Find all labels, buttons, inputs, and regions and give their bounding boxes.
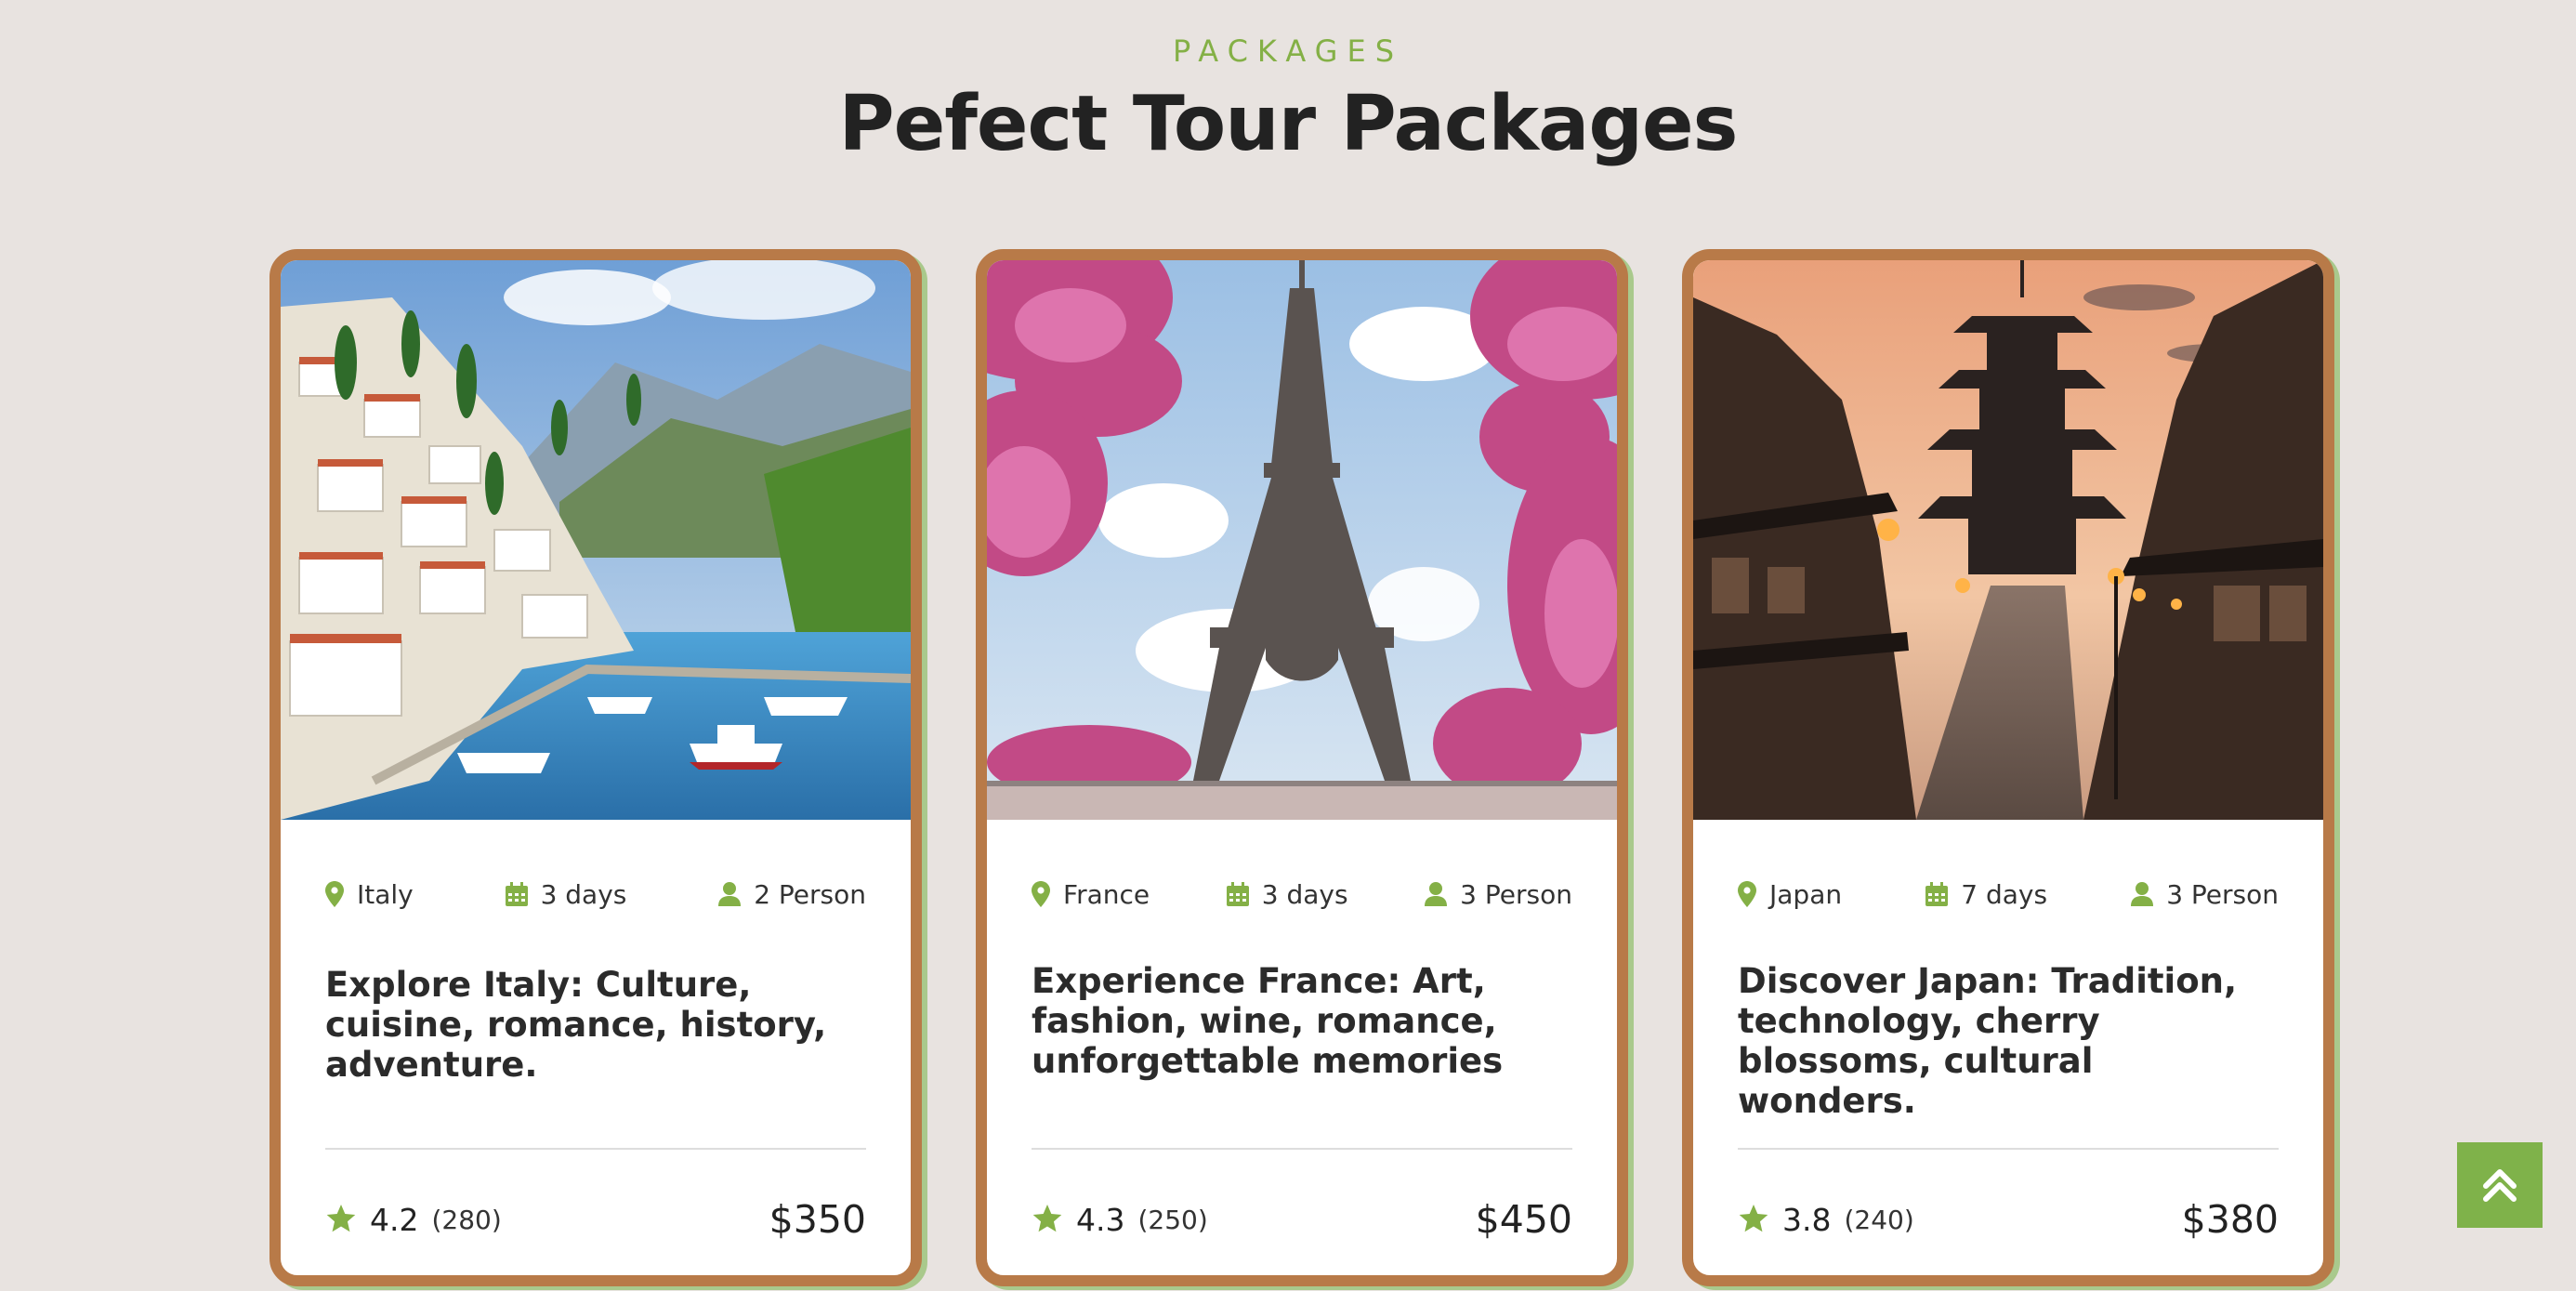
rating-score: 4.3: [1076, 1201, 1125, 1238]
chevron-double-up-icon: [2483, 1169, 2517, 1202]
package-image-italy: [281, 260, 911, 820]
package-price: $350: [769, 1197, 866, 1242]
package-meta: Italy 3 days 2 Person: [325, 874, 866, 915]
card-divider: [325, 1148, 866, 1150]
package-title[interactable]: Explore Italy: Culture, cuisine, romance…: [325, 965, 866, 1085]
package-duration-text: 7 days: [1961, 878, 2048, 910]
package-duration: 3 days: [505, 878, 627, 910]
package-location-text: France: [1063, 878, 1150, 910]
person-icon: [2131, 882, 2154, 906]
calendar-icon: [1226, 882, 1249, 906]
map-pin-icon: [325, 881, 344, 907]
package-duration: 7 days: [1925, 879, 2047, 910]
package-people-text: 3 Person: [2166, 878, 2279, 910]
package-people-text: 3 Person: [1460, 878, 1572, 910]
rating-count: (240): [1844, 1204, 1914, 1235]
package-people-text: 2 Person: [754, 878, 866, 910]
package-location: France: [1032, 879, 1150, 910]
package-image-france: [987, 260, 1617, 820]
package-location-text: Italy: [357, 878, 414, 910]
package-card-france[interactable]: France 3 days 3 Person Experience France…: [976, 249, 1628, 1286]
package-rating: 3.8 (240): [1738, 1202, 1914, 1238]
package-location: Italy: [325, 879, 414, 910]
package-footer: 3.8 (240) $380: [1738, 1192, 2279, 1247]
card-divider: [1032, 1148, 1572, 1150]
scroll-to-top-button[interactable]: [2457, 1142, 2543, 1228]
package-rating: 4.2 (280): [325, 1202, 502, 1238]
calendar-icon: [505, 882, 528, 906]
person-icon: [1425, 882, 1448, 906]
package-meta: France 3 days 3 Person: [1032, 874, 1572, 915]
section-title: Pefect Tour Packages: [838, 80, 1739, 168]
rating-count: (250): [1137, 1204, 1208, 1235]
package-footer: 4.2 (280) $350: [325, 1192, 866, 1247]
rating-score: 3.8: [1782, 1201, 1832, 1238]
package-footer: 4.3 (250) $450: [1032, 1192, 1572, 1247]
package-meta: Japan 7 days 3 Person: [1738, 874, 2279, 915]
package-price: $450: [1475, 1197, 1572, 1242]
star-icon: [1032, 1205, 1062, 1232]
star-icon: [1739, 1205, 1768, 1232]
package-duration-text: 3 days: [1261, 878, 1348, 910]
package-people: 3 Person: [2131, 879, 2279, 910]
package-title[interactable]: Experience France: Art, fashion, wine, r…: [1032, 961, 1572, 1081]
rating-count: (280): [431, 1204, 502, 1235]
card-divider: [1738, 1148, 2279, 1150]
star-icon: [326, 1205, 356, 1232]
person-icon: [718, 882, 742, 906]
package-people: 2 Person: [718, 879, 866, 910]
package-image-japan: [1693, 260, 2323, 820]
rating-score: 4.2: [370, 1201, 419, 1238]
package-duration-text: 3 days: [540, 878, 627, 910]
package-title[interactable]: Discover Japan: Tradition, technology, c…: [1738, 961, 2279, 1121]
package-card-italy[interactable]: Italy 3 days 2 Person Explore Italy: Cul…: [269, 249, 922, 1286]
package-people: 3 Person: [1425, 879, 1572, 910]
map-pin-icon: [1738, 881, 1756, 907]
package-price: $380: [2181, 1197, 2279, 1242]
package-location-text: Japan: [1769, 878, 1843, 910]
package-rating: 4.3 (250): [1032, 1202, 1208, 1238]
package-location: Japan: [1738, 879, 1842, 910]
map-pin-icon: [1032, 881, 1050, 907]
section-eyebrow: PACKAGES: [1173, 33, 1403, 69]
calendar-icon: [1925, 882, 1949, 906]
package-card-japan[interactable]: Japan 7 days 3 Person Discover Japan: Tr…: [1682, 249, 2334, 1286]
package-duration: 3 days: [1226, 878, 1348, 910]
